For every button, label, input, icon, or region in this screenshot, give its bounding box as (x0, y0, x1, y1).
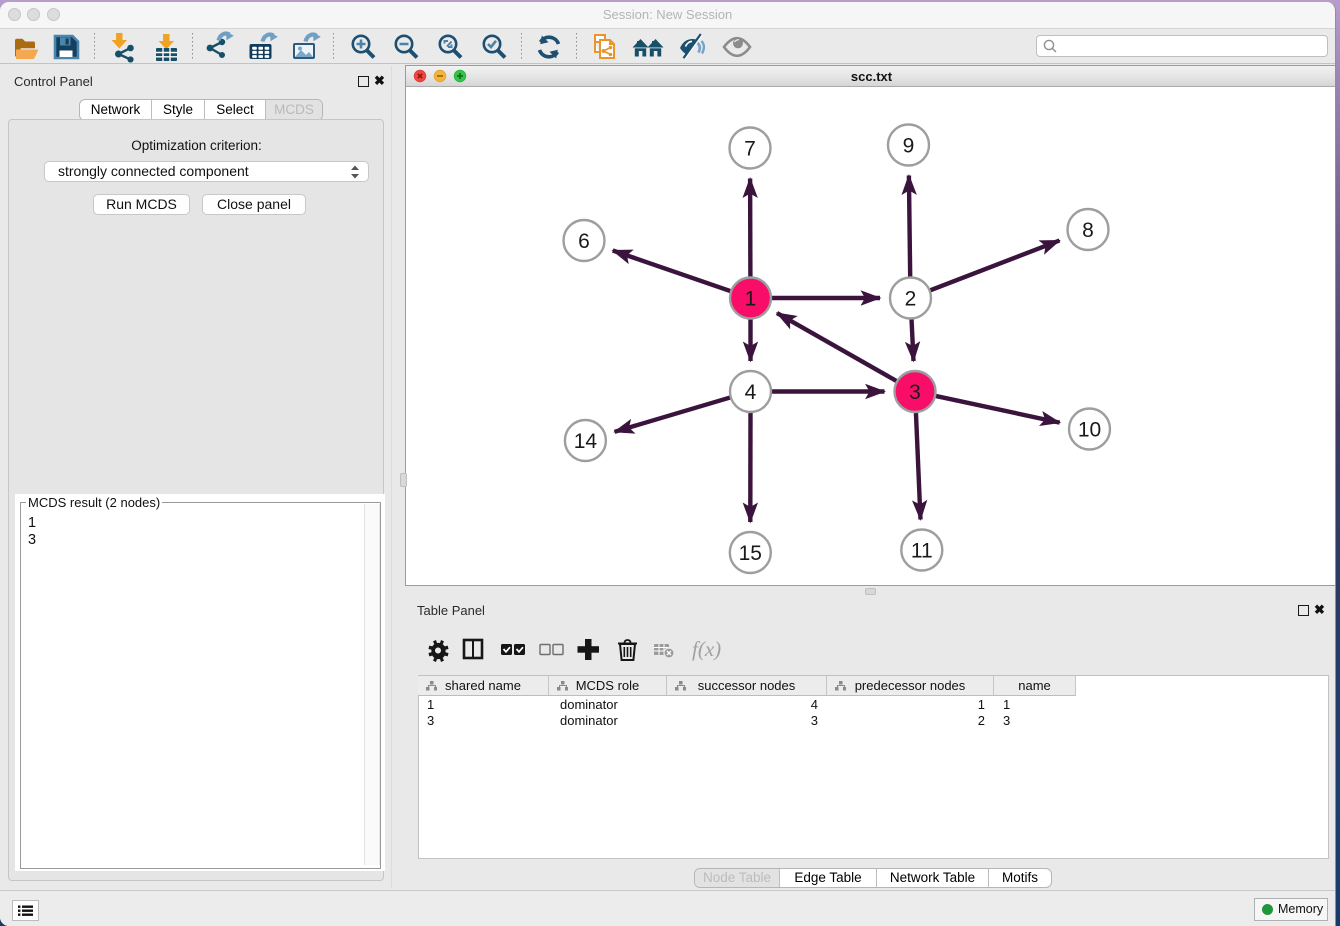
svg-text:f(x): f(x) (692, 638, 721, 661)
svg-text:15: 15 (739, 542, 762, 565)
svg-text:8: 8 (1082, 219, 1094, 242)
svg-text:3: 3 (909, 381, 921, 404)
svg-text:14: 14 (574, 430, 598, 453)
svg-text:4: 4 (745, 381, 757, 404)
svg-text:10: 10 (1078, 419, 1101, 442)
svg-text:2: 2 (905, 288, 917, 311)
svg-text:6: 6 (578, 230, 590, 253)
svg-text:11: 11 (911, 540, 933, 563)
svg-text:9: 9 (903, 135, 915, 158)
svg-text:7: 7 (744, 138, 756, 161)
svg-text:1: 1 (745, 288, 757, 311)
